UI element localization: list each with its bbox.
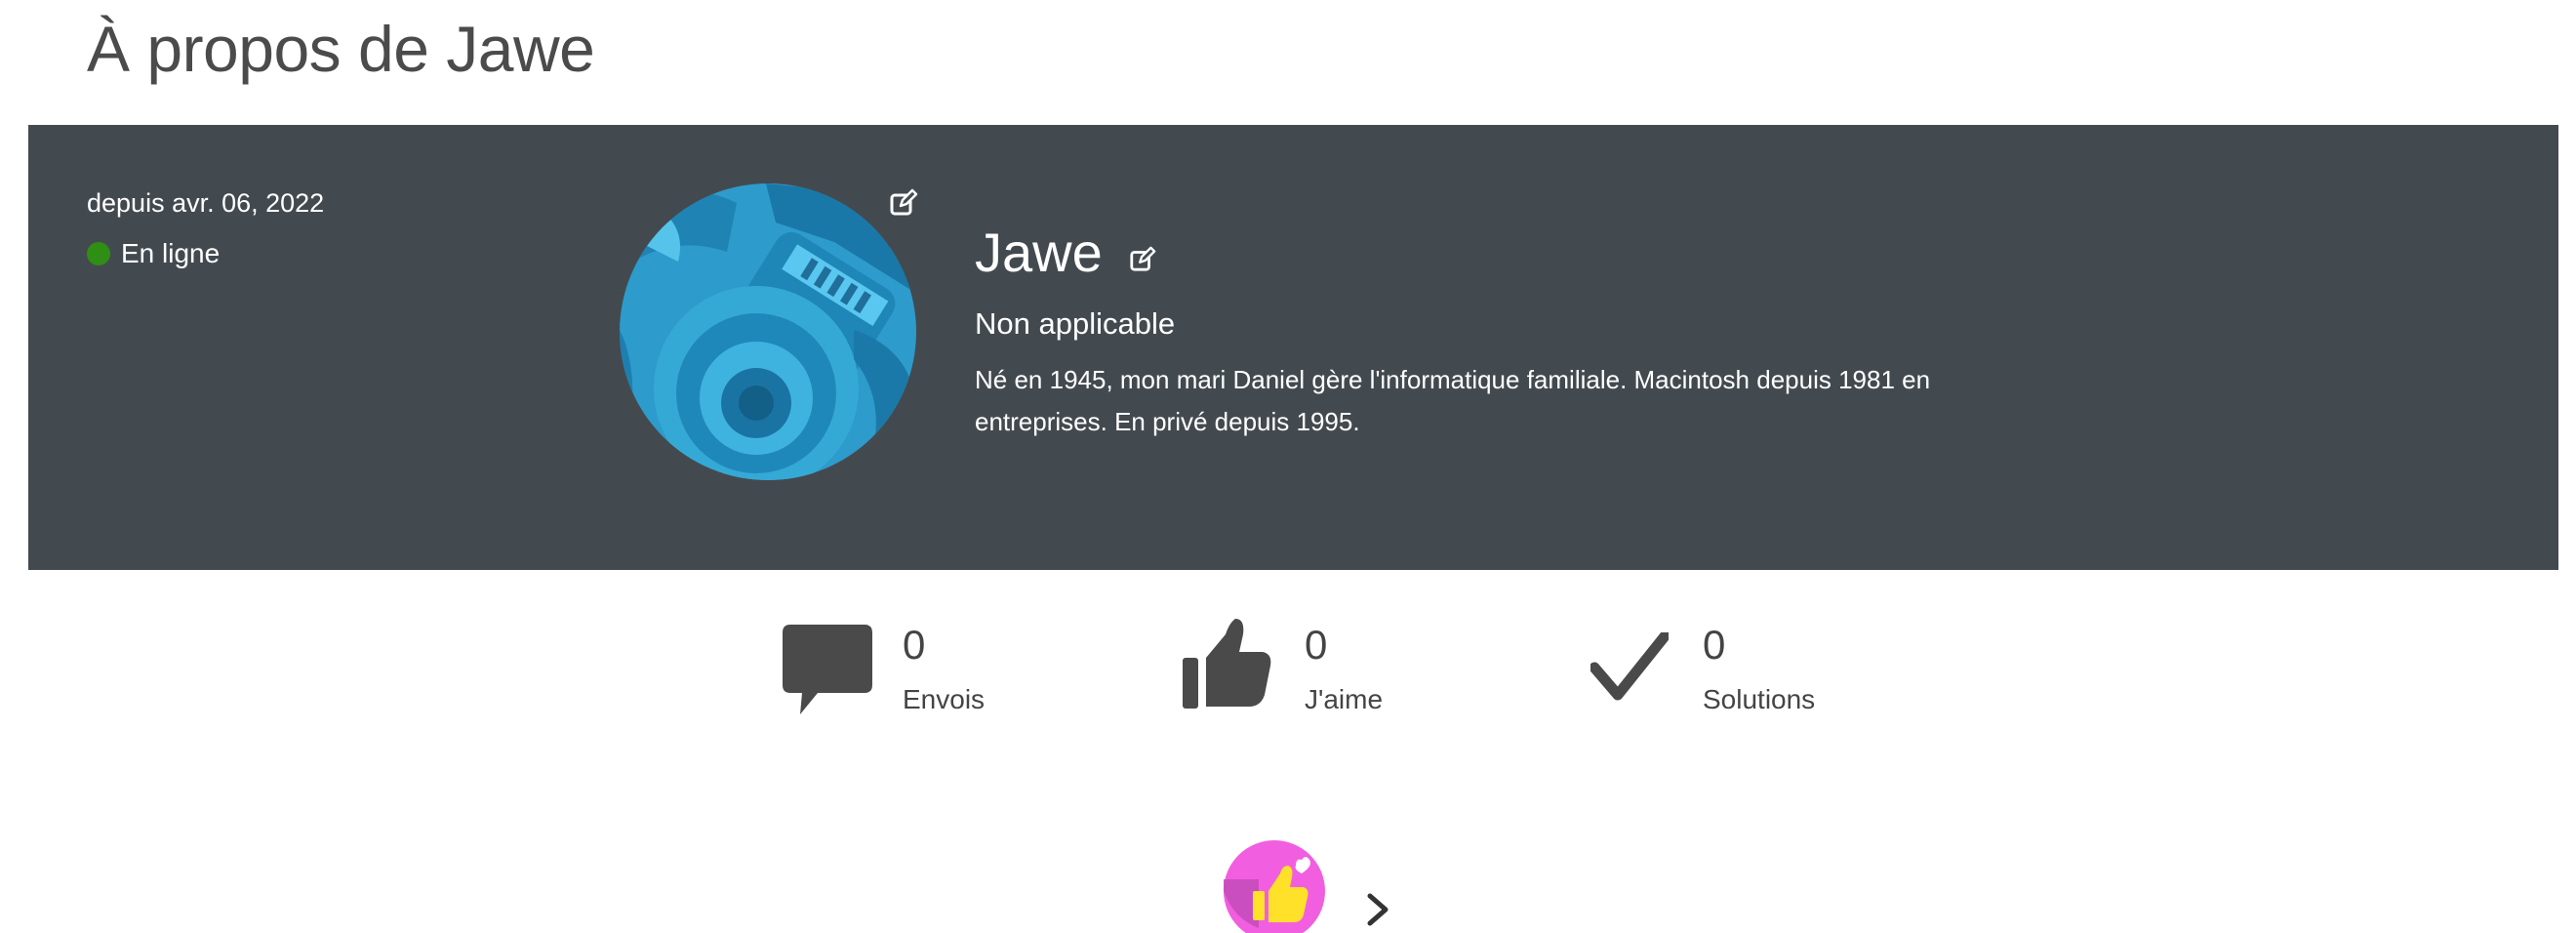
checkmark-icon (1590, 632, 1669, 701)
profile-page: À propos de Jawe depuis avr. 06, 2022 En… (0, 0, 2576, 933)
page-title: À propos de Jawe (87, 13, 595, 85)
solutions-label: Solutions (1703, 684, 1816, 714)
thumbs-up-icon (1183, 619, 1271, 709)
profile-role: Non applicable (975, 306, 1176, 341)
member-since: depuis avr. 06, 2022 (87, 188, 325, 218)
likes-count: 0 (1305, 622, 1328, 668)
edit-name-icon[interactable] (1129, 245, 1156, 272)
posts-label: Envois (903, 684, 986, 714)
posts-count: 0 (903, 622, 926, 668)
edit-avatar-icon[interactable] (889, 187, 918, 217)
thumbs-up-heart-badge-icon[interactable] (1224, 840, 1325, 933)
profile-banner: depuis avr. 06, 2022 En ligne Jawe Non a… (28, 125, 2558, 570)
speech-bubble-icon (783, 625, 872, 714)
profile-bio: Né en 1945, mon mari Daniel gère l'infor… (975, 365, 1931, 436)
chevron-right-icon[interactable] (1362, 890, 1393, 929)
camera-lens-icon (620, 183, 916, 480)
online-status: En ligne (87, 236, 220, 271)
profile-name: Jawe (975, 222, 1103, 283)
solutions-count: 0 (1703, 622, 1726, 668)
avatar[interactable] (620, 183, 916, 480)
likes-label: J'aime (1305, 684, 1384, 714)
status-label: En ligne (121, 238, 221, 268)
status-dot-icon (87, 242, 110, 265)
